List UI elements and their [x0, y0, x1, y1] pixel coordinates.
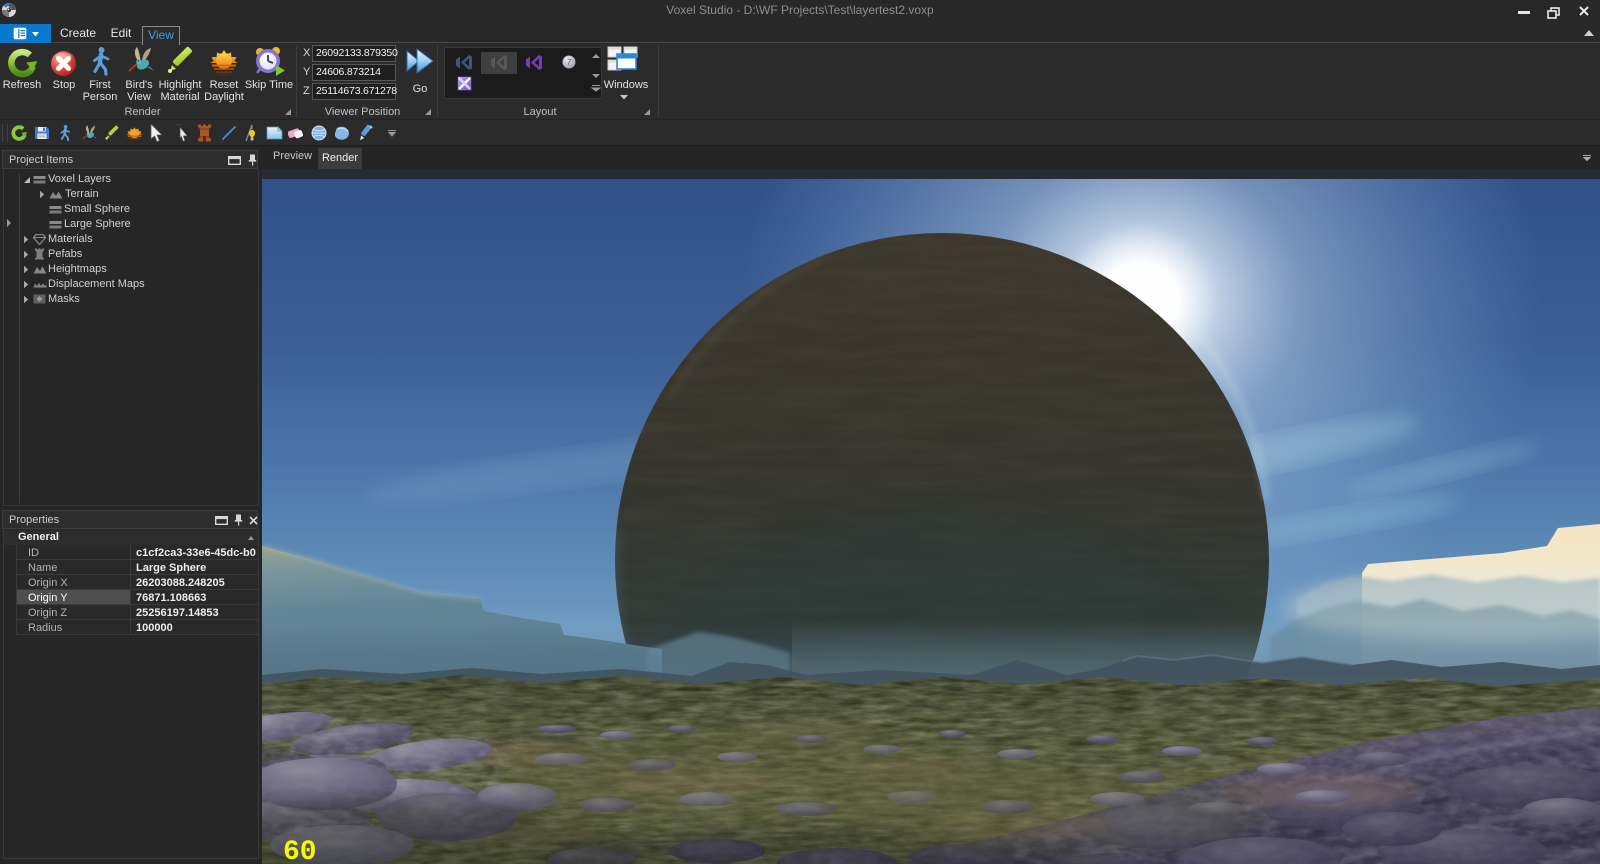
svg-text:60: 60: [283, 837, 317, 864]
svg-text:7: 7: [567, 58, 572, 67]
